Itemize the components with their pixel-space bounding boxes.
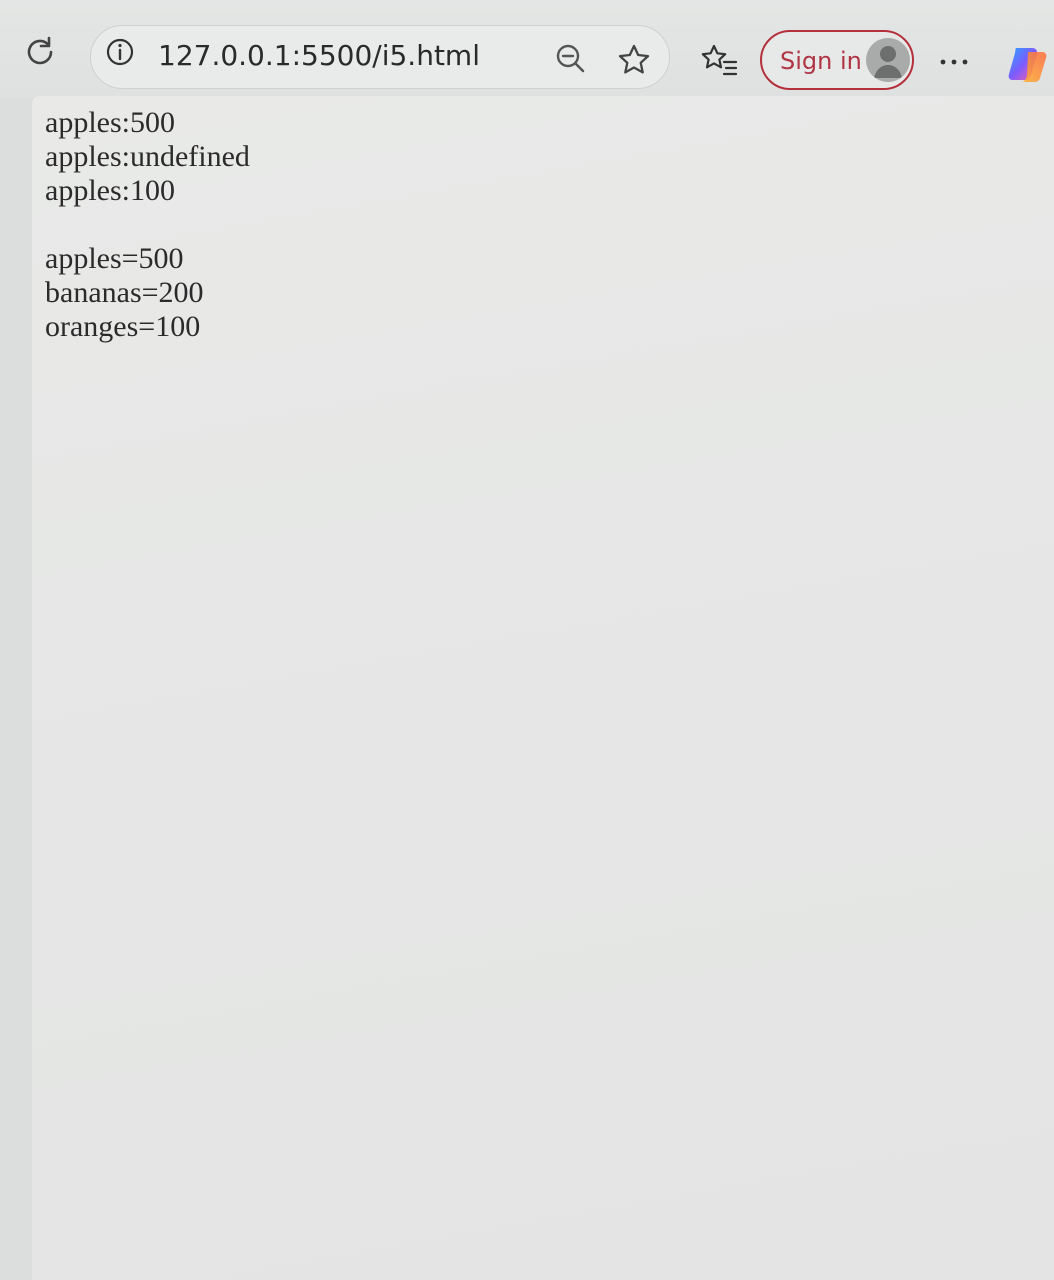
sign-in-button[interactable]: Sign in — [760, 30, 914, 90]
favorites-icon[interactable] — [698, 38, 742, 82]
zoom-out-icon[interactable] — [550, 38, 590, 78]
output-text: apples:500 apples:undefined apples:100 a… — [45, 106, 250, 344]
url-text[interactable]: 127.0.0.1:5500/i5.html — [158, 36, 480, 76]
output-line: apples=500 — [45, 242, 184, 275]
avatar-icon — [866, 38, 910, 82]
reload-icon[interactable] — [18, 30, 62, 74]
output-line: bananas=200 — [45, 276, 204, 309]
copilot-icon[interactable] — [1004, 38, 1054, 88]
output-line: apples:undefined — [45, 140, 250, 173]
output-line: apples:100 — [45, 174, 175, 207]
sign-in-label: Sign in — [780, 47, 862, 75]
output-line: apples:500 — [45, 106, 175, 139]
site-info-icon[interactable] — [102, 34, 138, 70]
page-content: apples:500 apples:undefined apples:100 a… — [32, 96, 1054, 1280]
star-icon[interactable] — [612, 38, 656, 82]
output-line: oranges=100 — [45, 310, 201, 343]
more-icon[interactable] — [932, 40, 976, 84]
browser-toolbar: 127.0.0.1:5500/i5.html Sign in — [0, 0, 1054, 98]
